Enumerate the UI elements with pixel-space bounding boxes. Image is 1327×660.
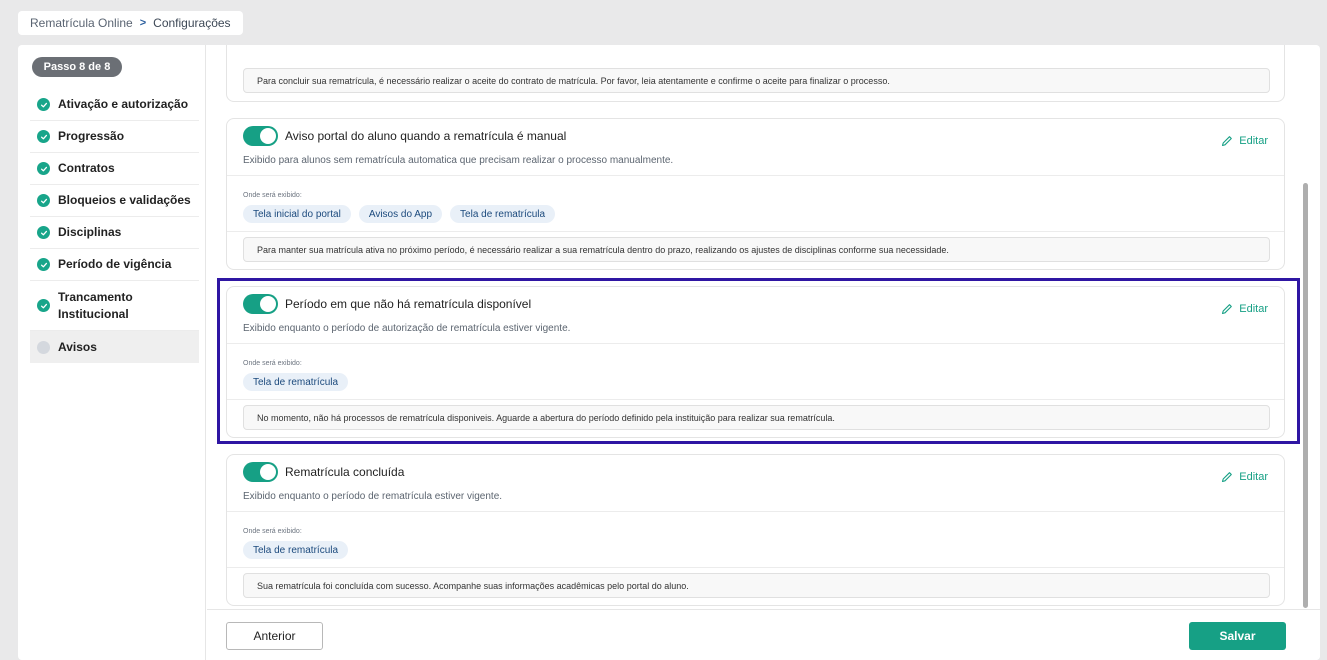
notice-card-contract: Para concluir sua rematrícula, é necessá… bbox=[226, 45, 1285, 102]
breadcrumb-root[interactable]: Rematrícula Online bbox=[30, 16, 133, 30]
breadcrumb-current: Configurações bbox=[153, 16, 231, 30]
notice-toggle[interactable] bbox=[243, 294, 278, 314]
step-item-progressao[interactable]: Progressão bbox=[30, 121, 199, 153]
notice-title: Aviso portal do aluno quando a rematrícu… bbox=[285, 129, 567, 143]
step-item-ativacao[interactable]: Ativação e autorização bbox=[30, 89, 199, 121]
pencil-icon bbox=[1222, 136, 1233, 147]
breadcrumb: Rematrícula Online > Configurações bbox=[18, 11, 243, 35]
steps-nav: Ativação e autorização Progressão Contra… bbox=[30, 89, 199, 363]
notice-message: Para manter sua matrícula ativa no próxi… bbox=[243, 237, 1270, 262]
notice-description: Exibido enquanto o período de rematrícul… bbox=[243, 491, 503, 502]
display-location-chips: Tela de rematrícula bbox=[243, 373, 356, 391]
main-panel: Passo 8 de 8 Ativação e autorização Prog… bbox=[18, 45, 1320, 660]
pending-circle-icon bbox=[37, 340, 50, 354]
step-label: Disciplinas bbox=[58, 225, 122, 239]
edit-label: Editar bbox=[1239, 303, 1268, 315]
display-location-chips: Tela inicial do portal Avisos do App Tel… bbox=[243, 205, 563, 223]
check-circle-icon bbox=[37, 299, 50, 312]
notice-title: Período em que não há rematrícula dispon… bbox=[285, 297, 532, 311]
step-badge: Passo 8 de 8 bbox=[32, 57, 122, 77]
step-item-bloqueios[interactable]: Bloqueios e validações bbox=[30, 185, 199, 217]
edit-label: Editar bbox=[1239, 471, 1268, 483]
pencil-icon bbox=[1222, 472, 1233, 483]
step-label: Contratos bbox=[58, 161, 115, 175]
location-chip[interactable]: Tela de rematrícula bbox=[243, 541, 349, 559]
check-circle-icon bbox=[37, 194, 50, 207]
step-label: Ativação e autorização bbox=[58, 97, 189, 111]
notice-toggle[interactable] bbox=[243, 462, 278, 482]
step-item-periodo-vigencia[interactable]: Período de vigência bbox=[30, 249, 199, 281]
notice-card-header: Período em que não há rematrícula dispon… bbox=[227, 287, 1284, 344]
step-label: Período de vigência bbox=[58, 257, 172, 271]
notice-message: Sua rematrícula foi concluída com sucess… bbox=[243, 573, 1270, 598]
location-chip[interactable]: Avisos do App bbox=[358, 205, 443, 223]
location-chip[interactable]: Tela de rematrícula bbox=[243, 373, 349, 391]
location-chip[interactable]: Tela inicial do portal bbox=[243, 205, 351, 223]
notice-description: Exibido para alunos sem rematrícula auto… bbox=[243, 155, 674, 166]
notice-card-no-rematricula: Período em que não há rematrícula dispon… bbox=[226, 286, 1285, 438]
steps-sidebar: Passo 8 de 8 Ativação e autorização Prog… bbox=[18, 45, 206, 660]
notice-card-header: Aviso portal do aluno quando a rematrícu… bbox=[227, 119, 1284, 176]
where-label: Onde será exibido: bbox=[243, 360, 302, 367]
check-circle-icon bbox=[37, 162, 50, 175]
notice-message: Para concluir sua rematrícula, é necessá… bbox=[243, 68, 1270, 93]
notice-title: Rematrícula concluída bbox=[285, 465, 405, 479]
divider bbox=[227, 231, 1284, 232]
notice-description: Exibido enquanto o período de autorizaçã… bbox=[243, 323, 571, 334]
step-label: Avisos bbox=[58, 339, 97, 354]
check-circle-icon bbox=[37, 130, 50, 143]
location-chip[interactable]: Tela de rematrícula bbox=[450, 205, 556, 223]
notice-message: No momento, não há processos de rematríc… bbox=[243, 405, 1270, 430]
edit-button[interactable]: Editar bbox=[1221, 135, 1268, 147]
step-label: Trancamento Institucional bbox=[58, 289, 133, 321]
edit-button[interactable]: Editar bbox=[1221, 303, 1268, 315]
divider bbox=[227, 399, 1284, 400]
display-location-chips: Tela de rematrícula bbox=[243, 541, 356, 559]
check-circle-icon bbox=[37, 98, 50, 111]
step-item-avisos[interactable]: Avisos bbox=[30, 331, 199, 363]
divider bbox=[227, 567, 1284, 568]
step-item-contratos[interactable]: Contratos bbox=[30, 153, 199, 185]
where-label: Onde será exibido: bbox=[243, 192, 302, 199]
check-circle-icon bbox=[37, 258, 50, 271]
chevron-right-icon: > bbox=[139, 17, 147, 29]
notice-card-manual-rematricula: Aviso portal do aluno quando a rematrícu… bbox=[226, 118, 1285, 270]
footer-actions: Anterior Salvar bbox=[207, 609, 1320, 660]
notice-card-header: Rematrícula concluída Exibido enquanto o… bbox=[227, 455, 1284, 512]
notice-card-rematricula-concluida: Rematrícula concluída Exibido enquanto o… bbox=[226, 454, 1285, 606]
edit-label: Editar bbox=[1239, 135, 1268, 147]
step-item-trancamento[interactable]: Trancamento Institucional bbox=[30, 281, 199, 331]
edit-button[interactable]: Editar bbox=[1221, 471, 1268, 483]
previous-button[interactable]: Anterior bbox=[226, 622, 323, 650]
scrollbar-thumb[interactable] bbox=[1303, 183, 1308, 608]
step-label: Progressão bbox=[58, 129, 125, 143]
save-button[interactable]: Salvar bbox=[1189, 622, 1286, 650]
step-item-disciplinas[interactable]: Disciplinas bbox=[30, 217, 199, 249]
notices-list[interactable]: Para concluir sua rematrícula, é necessá… bbox=[207, 45, 1298, 608]
pencil-icon bbox=[1222, 304, 1233, 315]
notice-toggle[interactable] bbox=[243, 126, 278, 146]
step-label: Bloqueios e validações bbox=[58, 193, 191, 207]
where-label: Onde será exibido: bbox=[243, 528, 302, 535]
check-circle-icon bbox=[37, 226, 50, 239]
